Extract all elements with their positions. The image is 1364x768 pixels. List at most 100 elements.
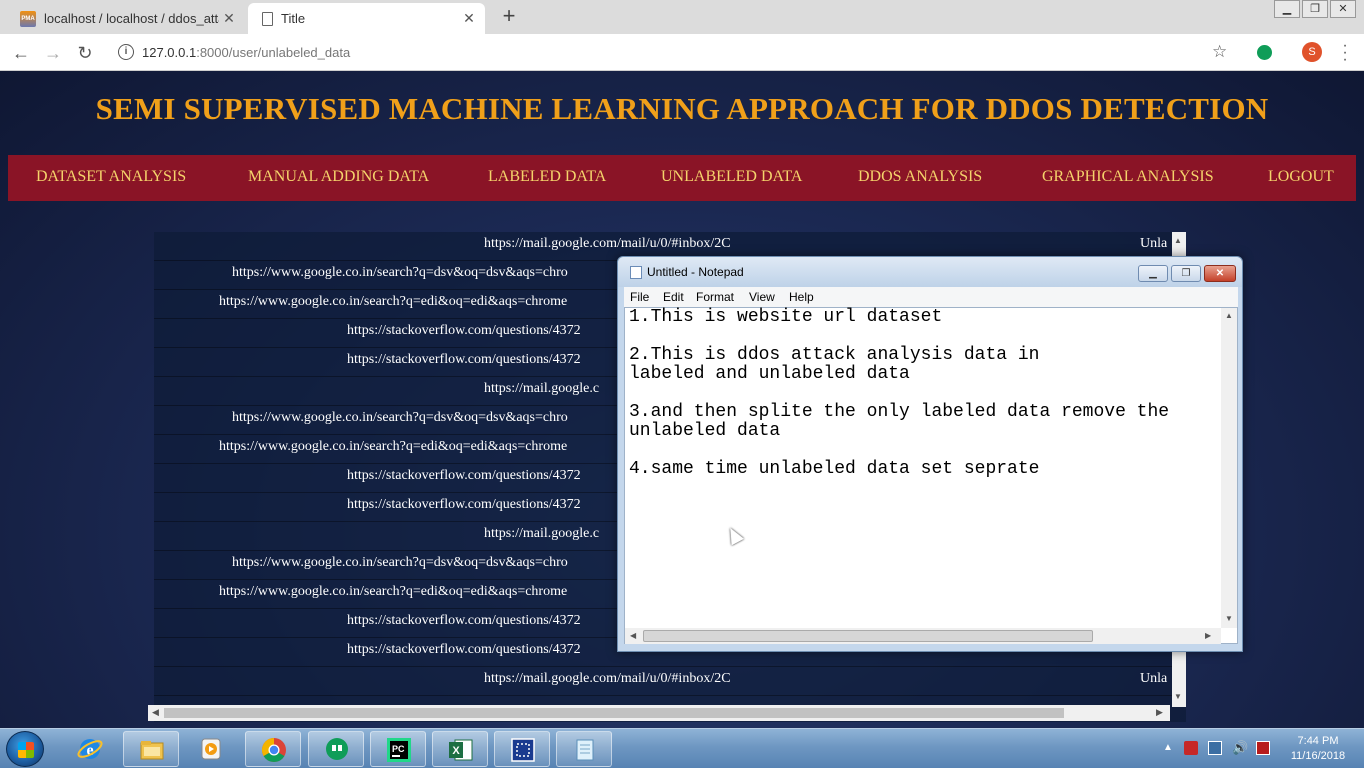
maximize-button[interactable]: ❐ [1302,0,1328,18]
url-cell: https://www.google.co.in/search?q=edi&oq… [219,294,568,309]
close-window-button[interactable]: ✕ [1330,0,1356,18]
url-cell: https://stackoverflow.com/questions/4372 [347,352,581,367]
menu-kebab-icon[interactable]: · · · [1340,38,1350,68]
nav-ddos-analysis[interactable]: DDOS ANALYSIS [858,168,982,186]
maximize-button[interactable]: ❐ [1171,265,1201,282]
info-icon[interactable]: i [118,44,134,60]
new-tab-button[interactable]: + [498,5,520,27]
window-controls: ▁ ❐ ✕ [1272,0,1356,18]
profile-avatar[interactable]: S [1302,42,1322,62]
taskbar-app[interactable] [245,731,301,767]
minimize-button[interactable]: ▁ [1138,265,1168,282]
table-horizontal-scrollbar[interactable]: ◀ ▶ [148,705,1170,721]
menu-format[interactable]: Format [696,290,734,304]
nav-dataset-analysis[interactable]: DATASET ANALYSIS [36,168,186,186]
menu-help[interactable]: Help [789,290,814,304]
tab-title: localhost / localhost / ddos_attac [44,11,219,26]
url-cell: https://stackoverflow.com/questions/4372 [347,642,581,657]
taskbar-app[interactable] [494,731,550,767]
nav-unlabeled-data[interactable]: UNLABELED DATA [661,168,802,186]
windows-taskbar: e PC X ▲ 🔊 7:44 PM 11/16/2018 [0,728,1364,768]
scroll-up-icon[interactable]: ▲ [1225,311,1233,320]
extension-icon[interactable] [1257,45,1272,60]
tab-phpmyadmin[interactable]: PMA localhost / localhost / ddos_attac ✕ [8,3,245,34]
taskbar-app[interactable]: e [62,731,118,767]
back-arrow-icon[interactable]: ← [8,40,34,66]
nav-labeled-data[interactable]: LABELED DATA [488,168,606,186]
url-cell: https://stackoverflow.com/questions/4372 [347,323,581,338]
scroll-thumb[interactable] [164,708,1064,718]
url-cell: https://mail.google.c [484,526,600,541]
taskbar-app[interactable] [183,731,239,767]
scroll-down-icon[interactable]: ▼ [1174,692,1182,701]
scroll-right-icon[interactable]: ▶ [1205,631,1211,640]
scroll-thumb[interactable] [643,630,1093,642]
notepad-text-area[interactable]: 1.This is website url dataset 2.This is … [624,307,1238,644]
reload-icon[interactable]: ↻ [72,40,98,66]
language-icon[interactable] [1256,741,1270,755]
browser-tab-strip: PMA localhost / localhost / ddos_attac ✕… [0,0,1364,34]
url-cell: https://stackoverflow.com/questions/4372 [347,468,581,483]
bookmark-star-icon[interactable]: ☆ [1212,42,1227,62]
menu-edit[interactable]: Edit [663,290,684,304]
scroll-left-icon[interactable]: ◀ [152,707,159,718]
url-text: 127.0.0.1:8000/user/unlabeled_data [142,45,350,60]
excel-icon: X [449,739,473,761]
main-navbar: DATASET ANALYSIS MANUAL ADDING DATA LABE… [8,155,1356,201]
text-line: unlabeled data [629,421,781,441]
notepad-title: Untitled - Notepad [647,265,744,279]
close-button[interactable]: ✕ [1204,265,1236,282]
pycharm-icon: PC [387,738,411,762]
volume-icon[interactable]: 🔊 [1232,741,1248,755]
url-path: :8000/user/unlabeled_data [196,44,351,60]
address-bar[interactable]: i 127.0.0.1:8000/user/unlabeled_data [108,38,1248,66]
scroll-up-icon[interactable]: ▲ [1174,236,1182,245]
url-cell: https://www.google.co.in/search?q=dsv&oq… [232,410,568,425]
text-line: labeled and unlabeled data [629,364,910,384]
url-cell: https://stackoverflow.com/questions/4372 [347,613,581,628]
svg-text:X: X [452,745,460,757]
nav-graphical-analysis[interactable]: GRAPHICAL ANALYSIS [1042,168,1214,186]
taskbar-app[interactable] [556,731,612,767]
nav-manual-adding-data[interactable]: MANUAL ADDING DATA [248,168,429,186]
show-hidden-icons-icon[interactable]: ▲ [1163,742,1173,753]
menu-view[interactable]: View [749,290,775,304]
network-icon[interactable] [1208,741,1222,755]
nav-logout[interactable]: LOGOUT [1268,168,1334,186]
close-icon[interactable]: ✕ [219,10,239,27]
clock-time: 7:44 PM [1297,735,1339,747]
forward-arrow-icon[interactable]: → [40,40,66,66]
scroll-right-icon[interactable]: ▶ [1156,707,1163,718]
scroll-down-icon[interactable]: ▼ [1225,614,1233,623]
notepad-window: Untitled - Notepad ▁ ❐ ✕ File Edit Forma… [617,256,1243,652]
table-row: https://mail.google.com/mail/u/0/#inbox/… [154,667,1172,696]
notepad-titlebar[interactable]: Untitled - Notepad ▁ ❐ ✕ [618,257,1242,287]
menu-file[interactable]: File [630,290,649,304]
chrome-icon [261,738,286,763]
windows-logo-icon [18,742,34,758]
notepad-vertical-scrollbar[interactable]: ▲ ▼ [1221,308,1237,628]
url-host: 127.0.0.1 [142,44,197,60]
taskbar-app[interactable]: PC [370,731,426,767]
clock-date: 11/16/2018 [1290,750,1346,762]
system-clock[interactable]: 7:44 PM 11/16/2018 [1288,734,1348,764]
taskbar-app[interactable] [123,731,179,767]
action-center-flag-icon[interactable] [1184,741,1198,755]
taskbar-app[interactable]: X [432,731,488,767]
notepad-menubar: File Edit Format View Help [624,287,1238,307]
text-line: 3.and then splite the only labeled data … [629,402,1170,422]
hangouts-icon [326,738,348,760]
screen-recorder-icon [511,738,535,762]
url-cell: https://www.google.co.in/search?q=dsv&oq… [232,265,568,280]
close-icon[interactable]: ✕ [459,10,479,27]
taskbar-app[interactable] [308,731,364,767]
tab-title-page[interactable]: Title ✕ [248,3,485,34]
scroll-left-icon[interactable]: ◀ [630,631,636,640]
notepad-horizontal-scrollbar[interactable]: ◀ ▶ [625,628,1221,644]
url-cell: https://www.google.co.in/search?q=dsv&oq… [232,555,568,570]
phpmyadmin-icon: PMA [20,10,36,27]
text-line: 2.This is ddos attack analysis data in [629,345,1040,365]
start-button[interactable] [6,731,44,767]
minimize-button[interactable]: ▁ [1274,0,1300,18]
tab-title: Title [281,11,306,26]
